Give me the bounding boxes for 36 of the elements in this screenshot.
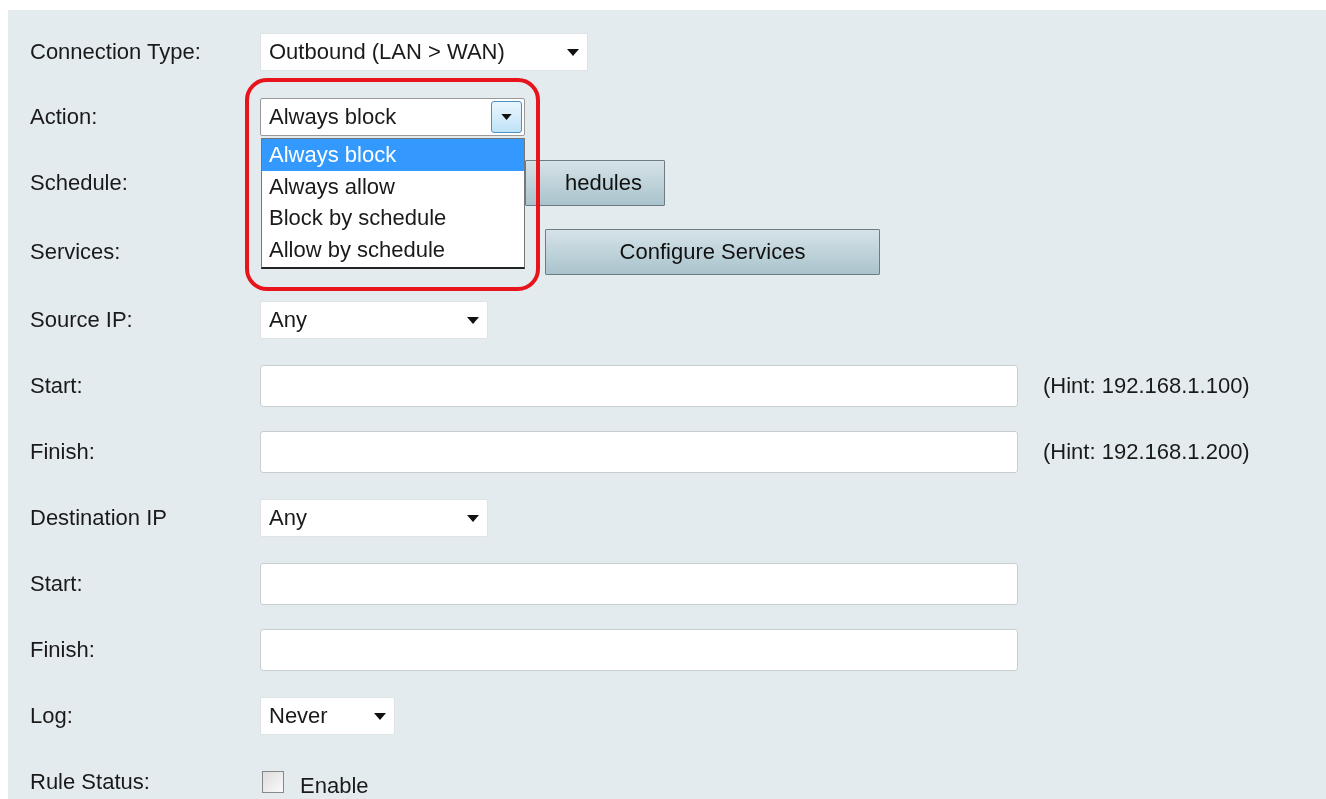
field-label: Start:: [29, 571, 84, 597]
configure-button[interactable]: hedules: [525, 160, 665, 206]
field-label: Source IP:: [29, 307, 134, 333]
field-label: Action:: [29, 104, 99, 130]
field-label: Destination IP: [29, 505, 168, 531]
dropdown-button[interactable]: [491, 101, 522, 133]
input-field[interactable]: [260, 431, 1018, 473]
field-label: Finish:: [29, 439, 96, 465]
input-field[interactable]: [260, 629, 1018, 671]
dropdown-option[interactable]: Block by schedule: [262, 202, 524, 234]
dropdown-option[interactable]: Always allow: [262, 170, 524, 202]
select-field[interactable]: Any: [260, 301, 488, 339]
field-label: Schedule:: [29, 170, 129, 196]
input-field[interactable]: [260, 563, 1018, 605]
caret-icon: [567, 48, 579, 56]
field-label: Start:: [29, 373, 84, 399]
configure-button[interactable]: Configure Services: [545, 229, 880, 275]
field-label: Services:: [29, 239, 122, 265]
field-label: Rule Status:: [29, 769, 151, 795]
field-label: Log:: [29, 703, 74, 729]
select-field[interactable]: Always block: [260, 98, 525, 136]
dropdown-option[interactable]: Allow by schedule: [262, 233, 524, 265]
hint-text: (Hint: 192.168.1.100): [1043, 373, 1250, 399]
hint-text: (Hint: 192.168.1.200): [1043, 439, 1250, 465]
caret-icon: [467, 316, 479, 324]
checkbox[interactable]: [262, 771, 284, 793]
field-label: Finish:: [29, 637, 96, 663]
select-field[interactable]: Any: [260, 499, 488, 537]
select-field[interactable]: Never: [260, 697, 395, 735]
input-field[interactable]: [260, 365, 1018, 407]
caret-icon: [467, 514, 479, 522]
caret-icon: [501, 114, 512, 120]
field-label: Connection Type:: [29, 39, 202, 65]
caret-icon: [374, 712, 386, 720]
select-field[interactable]: Outbound (LAN > WAN): [260, 33, 588, 71]
checkbox-label: Enable: [300, 773, 369, 799]
